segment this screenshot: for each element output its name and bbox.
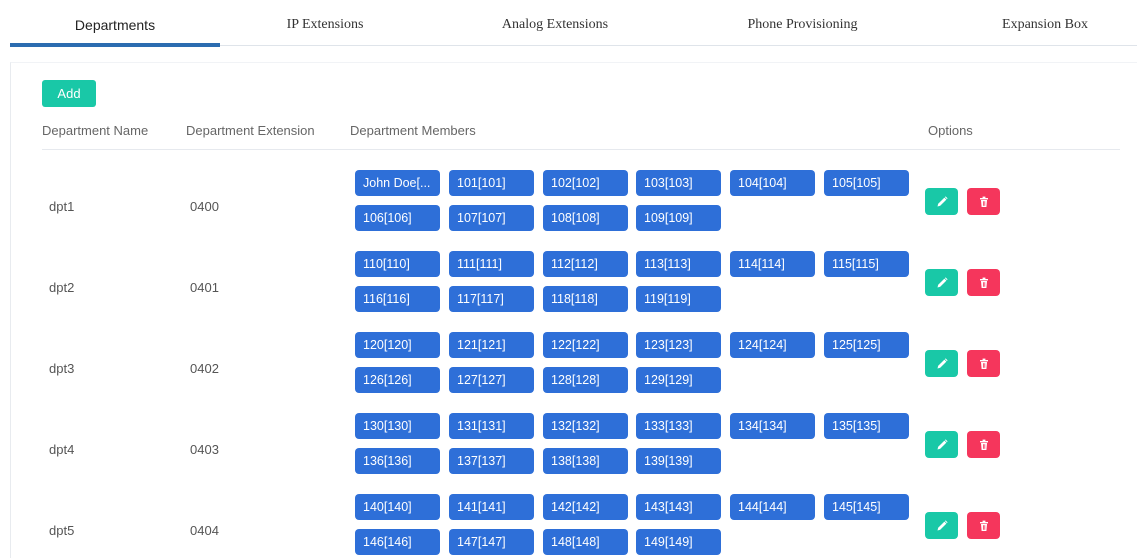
table-row: dpt1 0400 John Doe[... 101[101] 102[102] 103[… xyxy=(0,168,1147,249)
member-chip[interactable]: 108[108] xyxy=(543,205,628,231)
member-chip[interactable]: 109[109] xyxy=(636,205,721,231)
member-chip[interactable]: 116[116] xyxy=(355,286,440,312)
member-chip[interactable]: 146[146] xyxy=(355,529,440,555)
tab-analog-extensions[interactable]: Analog Extensions xyxy=(465,6,645,46)
table-row: dpt4 0403 130[130] 131[131] 132[132] 133[133]… xyxy=(0,411,1147,492)
member-chip[interactable]: 141[141] xyxy=(449,494,534,520)
member-chip[interactable]: 120[120] xyxy=(355,332,440,358)
trash-icon xyxy=(978,277,990,289)
header-options: Options xyxy=(928,123,973,138)
delete-department-button[interactable] xyxy=(967,269,1000,296)
member-chip[interactable]: 138[138] xyxy=(543,448,628,474)
tab-ip-extensions[interactable]: IP Extensions xyxy=(245,6,405,46)
member-chip[interactable]: 101[101] xyxy=(449,170,534,196)
member-chip[interactable]: 111[111] xyxy=(449,251,534,277)
member-chip[interactable]: 130[130] xyxy=(355,413,440,439)
member-chip[interactable]: 133[133] xyxy=(636,413,721,439)
member-chip[interactable]: 110[110] xyxy=(355,251,440,277)
member-chip[interactable]: 147[147] xyxy=(449,529,534,555)
pencil-icon xyxy=(936,357,948,370)
member-chip[interactable]: 103[103] xyxy=(636,170,721,196)
delete-department-button[interactable] xyxy=(967,350,1000,377)
header-department-members: Department Members xyxy=(350,123,476,138)
department-name: dpt1 xyxy=(49,199,75,214)
member-chip[interactable]: 114[114] xyxy=(730,251,815,277)
member-chip[interactable]: 136[136] xyxy=(355,448,440,474)
delete-department-button[interactable] xyxy=(967,188,1000,215)
edit-department-button[interactable] xyxy=(925,188,958,215)
table-row: dpt2 0401 110[110] 111[111] 112[112] 113[113]… xyxy=(0,249,1147,330)
department-name: dpt2 xyxy=(49,280,75,295)
table-row: dpt3 0402 120[120] 121[121] 122[122] 123[123]… xyxy=(0,330,1147,411)
member-chip[interactable]: 149[149] xyxy=(636,529,721,555)
department-name: dpt4 xyxy=(49,442,75,457)
member-chip[interactable]: 124[124] xyxy=(730,332,815,358)
member-chip[interactable]: 115[115] xyxy=(824,251,909,277)
trash-icon xyxy=(978,196,990,208)
member-chip[interactable]: 135[135] xyxy=(824,413,909,439)
add-department-button[interactable]: Add xyxy=(42,80,96,107)
member-chip[interactable]: 142[142] xyxy=(543,494,628,520)
member-chip[interactable]: 131[131] xyxy=(449,413,534,439)
member-chip[interactable]: 125[125] xyxy=(824,332,909,358)
member-chip[interactable]: 117[117] xyxy=(449,286,534,312)
edit-department-button[interactable] xyxy=(925,431,958,458)
header-department-name: Department Name xyxy=(42,123,149,138)
delete-department-button[interactable] xyxy=(967,431,1000,458)
tab-phone-provisioning[interactable]: Phone Provisioning xyxy=(710,6,895,46)
delete-department-button[interactable] xyxy=(967,512,1000,539)
member-chip[interactable]: 128[128] xyxy=(543,367,628,393)
member-chip[interactable]: 113[113] xyxy=(636,251,721,277)
member-chip[interactable]: 105[105] xyxy=(824,170,909,196)
member-chip[interactable]: 134[134] xyxy=(730,413,815,439)
member-chip[interactable]: 121[121] xyxy=(449,332,534,358)
header-department-extension: Department Extension xyxy=(186,123,315,138)
department-extension: 0400 xyxy=(190,199,219,214)
member-chip[interactable]: 129[129] xyxy=(636,367,721,393)
edit-department-button[interactable] xyxy=(925,269,958,296)
edit-department-button[interactable] xyxy=(925,350,958,377)
department-extension: 0404 xyxy=(190,523,219,538)
trash-icon xyxy=(978,520,990,532)
pencil-icon xyxy=(936,276,948,289)
member-chip[interactable]: 106[106] xyxy=(355,205,440,231)
department-name: dpt3 xyxy=(49,361,75,376)
header-divider xyxy=(42,149,1120,150)
member-chip[interactable]: 107[107] xyxy=(449,205,534,231)
edit-department-button[interactable] xyxy=(925,512,958,539)
trash-icon xyxy=(978,358,990,370)
table-header: Department Name Department Extension Dep… xyxy=(0,120,1147,150)
member-chip[interactable]: John Doe[... xyxy=(355,170,440,196)
member-chip[interactable]: 139[139] xyxy=(636,448,721,474)
member-chip[interactable]: 104[104] xyxy=(730,170,815,196)
member-chip[interactable]: 112[112] xyxy=(543,251,628,277)
member-chip[interactable]: 137[137] xyxy=(449,448,534,474)
member-chip[interactable]: 118[118] xyxy=(543,286,628,312)
member-chip[interactable]: 148[148] xyxy=(543,529,628,555)
table-row: dpt5 0404 140[140] 141[141] 142[142] 143[143]… xyxy=(0,492,1147,558)
member-chip[interactable]: 127[127] xyxy=(449,367,534,393)
member-chip[interactable]: 143[143] xyxy=(636,494,721,520)
member-chip[interactable]: 144[144] xyxy=(730,494,815,520)
department-extension: 0401 xyxy=(190,280,219,295)
member-chip[interactable]: 145[145] xyxy=(824,494,909,520)
member-chip[interactable]: 123[123] xyxy=(636,332,721,358)
member-chip[interactable]: 140[140] xyxy=(355,494,440,520)
trash-icon xyxy=(978,439,990,451)
department-extension: 0402 xyxy=(190,361,219,376)
member-chip[interactable]: 102[102] xyxy=(543,170,628,196)
member-chip[interactable]: 119[119] xyxy=(636,286,721,312)
member-chip[interactable]: 122[122] xyxy=(543,332,628,358)
tab-bar: Departments IP Extensions Analog Extensi… xyxy=(10,6,1137,47)
tab-expansion-box[interactable]: Expansion Box xyxy=(965,6,1125,46)
pencil-icon xyxy=(936,519,948,532)
pencil-icon xyxy=(936,438,948,451)
department-name: dpt5 xyxy=(49,523,75,538)
tab-departments[interactable]: Departments xyxy=(10,6,220,47)
pencil-icon xyxy=(936,195,948,208)
member-chip[interactable]: 132[132] xyxy=(543,413,628,439)
department-extension: 0403 xyxy=(190,442,219,457)
member-chip[interactable]: 126[126] xyxy=(355,367,440,393)
